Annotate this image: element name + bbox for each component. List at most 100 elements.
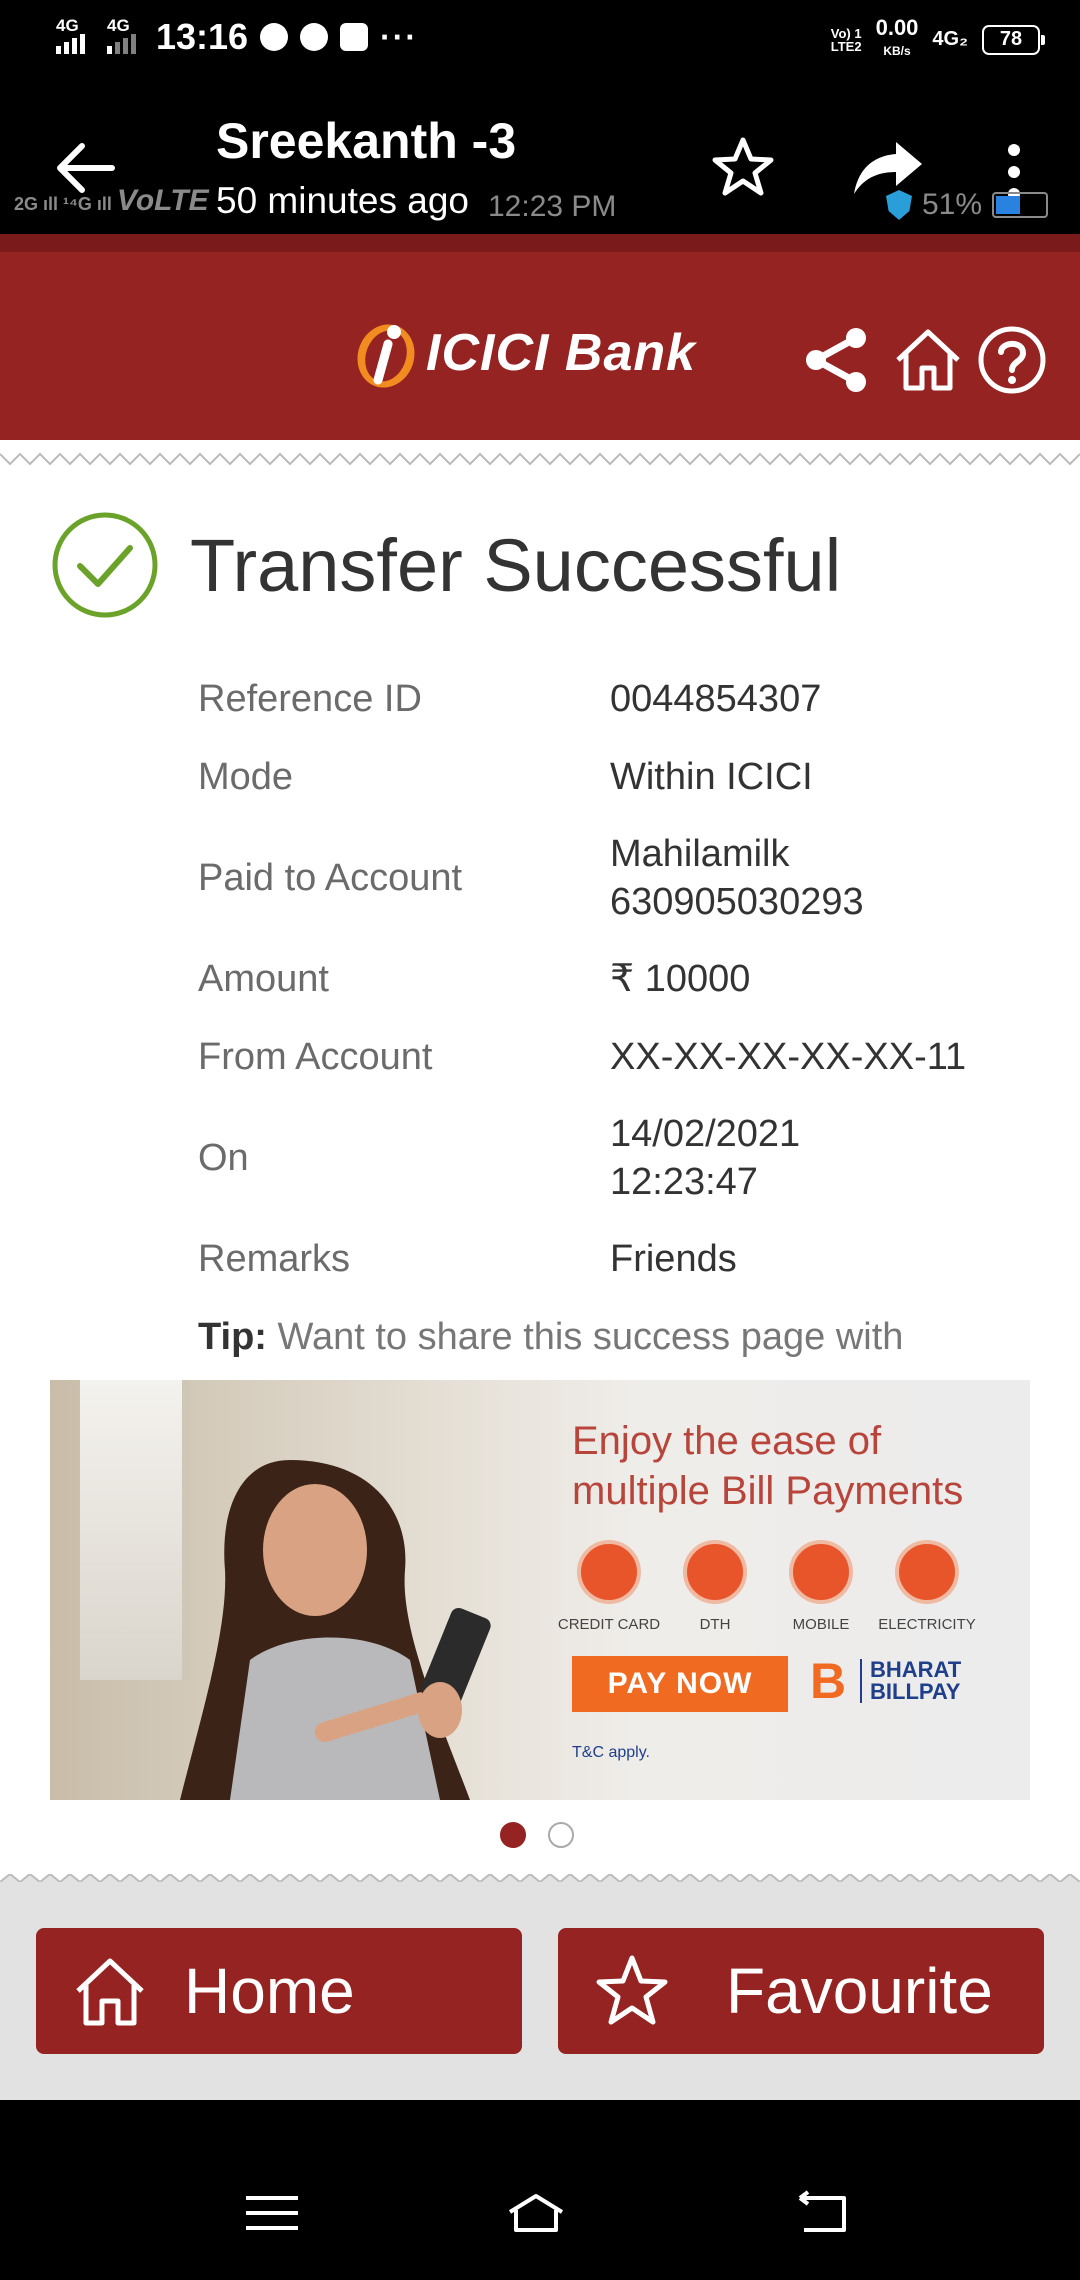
payee-name: Mahilamilk	[610, 833, 790, 875]
bharat-billpay-logo: B BHARAT BILLPAY	[810, 1656, 961, 1706]
carousel-indicator	[500, 1822, 574, 1848]
carousel-dot-active[interactable]	[500, 1822, 526, 1848]
transfer-time: 12:23:47	[610, 1161, 758, 1203]
zigzag-divider	[0, 1874, 1080, 1882]
promo-banner[interactable]: Enjoy the ease of multiple Bill Payments…	[50, 1380, 1030, 1800]
action-bar: Home Favourite	[0, 1882, 1080, 2100]
battery-icon	[992, 192, 1049, 218]
bharat-billpay-b-icon: B	[810, 1653, 847, 1709]
contact-name: Sreekanth -3	[216, 113, 517, 169]
home-nav-icon[interactable]	[506, 2190, 566, 2236]
network-type-label: 4G	[56, 16, 79, 35]
recent-apps-icon[interactable]	[242, 2190, 302, 2236]
success-check-icon	[52, 512, 158, 618]
detail-label: Amount	[198, 957, 329, 1000]
star-icon[interactable]	[712, 136, 774, 198]
success-title: Transfer Successful	[190, 523, 842, 607]
system-navigation-bar	[0, 2100, 1080, 2280]
speed-value: 0.00	[875, 15, 919, 40]
signal-icon: 4G	[56, 16, 85, 54]
service-label: ELECTRICITY	[878, 1616, 976, 1633]
volte-label: Vo) 1	[830, 25, 862, 41]
share-tip: Tip: Want to share this success page wit…	[198, 1316, 903, 1359]
service-electricity: ELECTRICITY	[878, 1540, 976, 1633]
home-icon	[76, 1958, 144, 2026]
payee-account-number: 630905030293	[610, 881, 864, 923]
favourite-button-label: Favourite	[726, 1955, 993, 2027]
detail-row-paid-to: Paid to Account Mahilamilk 630905030293	[198, 816, 1038, 940]
battery-level: 78	[999, 28, 1023, 50]
banner-headline-line: multiple Bill Payments	[572, 1469, 964, 1513]
transfer-receipt: Transfer Successful Reference ID 0044854…	[0, 440, 1080, 1882]
home-button[interactable]: Home	[36, 1928, 522, 2054]
bank-header: ICICI Bank	[0, 234, 1080, 440]
underlay-battery: 51%	[886, 188, 1049, 222]
lte-label: LTE2	[830, 38, 862, 54]
detail-row-mode: Mode Within ICICI	[198, 738, 1038, 816]
battery-icon: 78	[982, 24, 1045, 55]
star-icon	[596, 1955, 668, 2025]
transfer-date: 14/02/2021	[610, 1113, 801, 1155]
detail-row-remarks: Remarks Friends	[198, 1220, 1038, 1298]
icici-i-logo-icon	[357, 324, 415, 388]
detail-label: From Account	[198, 1035, 433, 1078]
banner-headline: Enjoy the ease of multiple Bill Payments	[572, 1416, 963, 1516]
help-icon[interactable]	[976, 324, 1048, 396]
tip-label: Tip:	[198, 1316, 267, 1358]
share-icon[interactable]	[800, 324, 872, 396]
favourite-button[interactable]: Favourite	[558, 1928, 1044, 2054]
zigzag-divider	[0, 452, 1080, 466]
detail-label: Paid to Account	[198, 856, 463, 899]
back-nav-icon[interactable]	[792, 2190, 852, 2236]
detail-value: 0044854307	[610, 678, 822, 720]
woman-with-phone-image	[180, 1460, 491, 1800]
underlay-time: 12:23 PM	[488, 190, 617, 223]
speed-unit: KB/s	[883, 44, 911, 58]
detail-label: Mode	[198, 755, 294, 798]
detail-row-amount: Amount ₹ 10000	[198, 940, 1038, 1018]
service-label: DTH	[699, 1616, 731, 1633]
underlay-battery-level: 51%	[922, 188, 983, 221]
transfer-details: Reference ID 0044854307 Mode Within ICIC…	[198, 660, 1038, 1298]
app-bar: 2G ıll ¹⁴G ıll VoLTE 12:23 PM Sreekanth …	[0, 84, 1080, 234]
icici-logo: ICICI Bank	[352, 314, 696, 392]
service-dth: DTH	[676, 1540, 754, 1633]
detail-label: Remarks	[198, 1237, 351, 1280]
facebook-icon	[340, 23, 369, 51]
network-type-label: 4G	[107, 16, 130, 35]
carousel-dot[interactable]	[548, 1822, 574, 1848]
detail-label: Reference ID	[198, 677, 422, 720]
detail-row-reference: Reference ID 0044854307	[198, 660, 1038, 738]
more-notifications-icon: ···	[380, 18, 419, 55]
detail-label: On	[198, 1136, 249, 1179]
mobile-phone-icon	[789, 1540, 853, 1604]
partner-name-line: BILLPAY	[870, 1679, 961, 1704]
volte-indicator: Vo) 1 LTE2	[831, 27, 862, 53]
status-bar: 4G 4G 13:16 ··· Vo) 1 LTE2 0.00 KB/s 4G₂	[0, 0, 1080, 84]
pay-now-button[interactable]: PAY NOW	[572, 1656, 788, 1712]
detail-value: XX-XX-XX-XX-XX-11	[610, 1036, 967, 1078]
detail-row-date: On 14/02/2021 12:23:47	[198, 1096, 1038, 1220]
service-label: MOBILE	[792, 1616, 850, 1633]
lightning-bolt-icon	[895, 1540, 959, 1604]
bank-name: ICICI Bank	[426, 324, 697, 382]
partner-name-line: BHARAT	[870, 1657, 962, 1682]
banner-headline-line: Enjoy the ease of	[572, 1419, 882, 1463]
network-speed: 0.00 KB/s	[875, 15, 919, 61]
message-timestamp: 50 minutes ago	[216, 180, 470, 221]
credit-card-icon	[577, 1540, 641, 1604]
service-credit-card: CREDIT CARD	[558, 1540, 660, 1633]
tip-text: Want to share this success page with	[266, 1316, 904, 1358]
detail-value: Within ICICI	[610, 756, 813, 798]
home-icon[interactable]	[892, 324, 964, 396]
whatsapp-icon	[260, 23, 289, 51]
shield-icon	[886, 190, 912, 220]
compass-icon	[300, 23, 329, 51]
network-4g-indicator: 4G₂	[932, 28, 968, 50]
signal-icon: 4G	[107, 16, 136, 54]
back-arrow-icon[interactable]	[50, 138, 120, 198]
satellite-dish-icon	[683, 1540, 747, 1604]
detail-value: ₹ 10000	[610, 958, 751, 1000]
home-button-label: Home	[184, 1955, 355, 2027]
clock: 13:16	[156, 16, 249, 57]
